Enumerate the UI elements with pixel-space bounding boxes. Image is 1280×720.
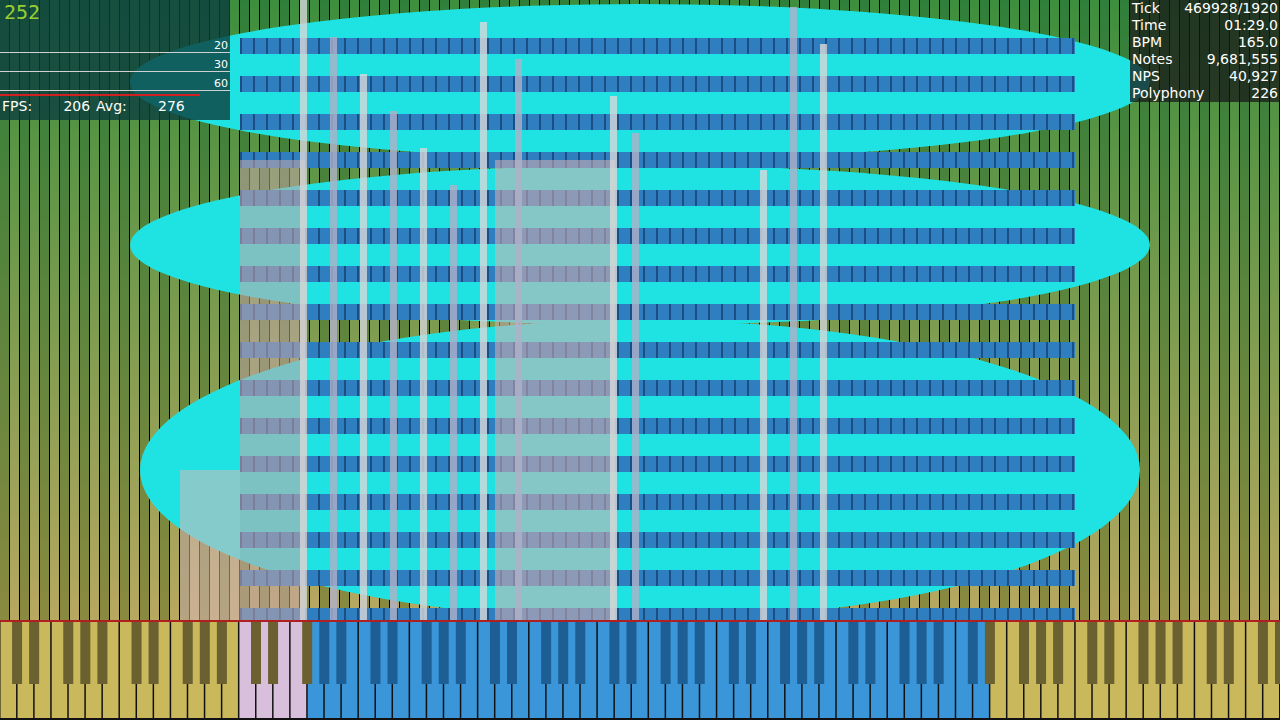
stat-value: 9,681,555 [1207, 51, 1278, 68]
stat-label: Polyphony [1132, 85, 1204, 102]
fps-graph: 20 30 60 [0, 34, 230, 92]
graph-line: 20 [0, 34, 230, 53]
piano-keyboard[interactable] [0, 620, 1280, 720]
keyboard-canvas[interactable] [0, 620, 1280, 720]
visualizer-window: 252 20 30 60 FPS: 206 Avg: 276 Tick 469928/… [0, 0, 1280, 720]
fps-value: 206 [38, 96, 90, 116]
stat-row: NPS 40,927 [1132, 68, 1278, 85]
stat-value: 01:29.0 [1224, 17, 1278, 34]
stat-value: 165.0 [1238, 34, 1278, 51]
stat-row: Tick 469928/1920 [1132, 0, 1278, 17]
stat-label: Notes [1132, 51, 1172, 68]
stat-value: 226 [1251, 85, 1278, 102]
avg-label: Avg: [96, 96, 127, 116]
graph-line: 30 [0, 53, 230, 72]
stat-row: Notes 9,681,555 [1132, 51, 1278, 68]
stat-row: Polyphony 226 [1132, 85, 1278, 102]
stat-row: BPM 165.0 [1132, 34, 1278, 51]
stat-label: NPS [1132, 68, 1160, 85]
stat-label: Time [1132, 17, 1166, 34]
avg-value: 276 [133, 96, 185, 116]
stat-value: 40,927 [1229, 68, 1278, 85]
frame-counter: 252 [4, 0, 40, 24]
graph-label: 20 [214, 39, 230, 52]
fps-bar [0, 94, 200, 96]
graph-label: 60 [214, 77, 230, 90]
stat-row: Time 01:29.0 [1132, 17, 1278, 34]
fps-label: FPS: [2, 96, 32, 116]
graph-line: 60 [0, 72, 230, 91]
stats-panel: Tick 469928/1920 Time 01:29.0 BPM 165.0 Notes 9… [1130, 0, 1280, 102]
stat-label: Tick [1132, 0, 1160, 17]
graph-label: 30 [214, 58, 230, 71]
stat-label: BPM [1132, 34, 1162, 51]
stat-value: 469928/1920 [1184, 0, 1278, 17]
fps-panel: 252 20 30 60 FPS: 206 Avg: 276 [0, 0, 230, 120]
